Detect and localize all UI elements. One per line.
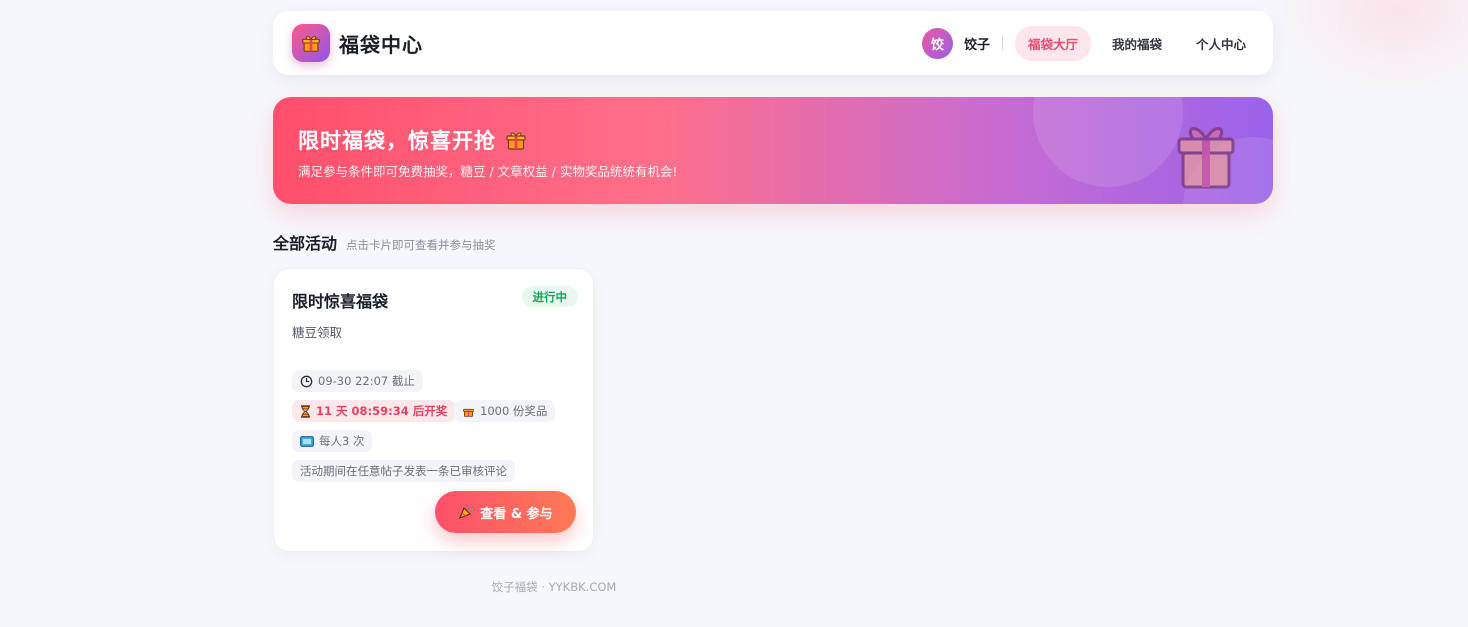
status-badge: 进行中: [521, 286, 578, 307]
nav-item-my-lucky-bags[interactable]: 我的福袋: [1099, 26, 1175, 61]
deadline-text: 09-30 22:07 截止: [318, 374, 415, 388]
promo-banner: 限时福袋，惊喜开抢 满足参与条件即可免费抽奖，糖豆 / 文章权益 / 实物奖品统…: [273, 97, 1273, 204]
background-glow: [1268, 0, 1468, 100]
activity-card[interactable]: 限时惊喜福袋 进行中 糖豆领取 09-30 22:07 截止 11 天 08:5…: [273, 268, 594, 552]
view-and-join-label: 查看 & 参与: [480, 506, 553, 522]
countdown-chip: 11 天 08:59:34 后开奖: [292, 400, 456, 422]
banner-subtitle: 满足参与条件即可免费抽奖，糖豆 / 文章权益 / 实物奖品统统有机会!: [298, 164, 678, 179]
logo[interactable]: [292, 24, 330, 62]
banner-title-text: 限时福袋，惊喜开抢: [298, 129, 496, 153]
view-and-join-button[interactable]: 查看 & 参与: [435, 491, 576, 533]
countdown-text: 11 天 08:59:34 后开奖: [316, 404, 448, 418]
ticket-icon: [300, 435, 314, 447]
section-title: 全部活动: [273, 234, 338, 253]
page-container: 福袋中心 饺 饺子 福袋大厅 我的福袋 个人中心 限时福袋，惊喜开抢 满足参与条…: [273, 11, 1273, 552]
username[interactable]: 饺子: [964, 34, 990, 53]
per-user-limit-text: 每人3 次: [319, 434, 365, 448]
section-header: 全部活动 点击卡片即可查看并参与抽奖: [273, 230, 1273, 254]
prizes-chip: 1000 份奖品: [454, 400, 556, 422]
section-hint: 点击卡片即可查看并参与抽奖: [346, 238, 496, 252]
per-user-limit-chip: 每人3 次: [292, 430, 373, 452]
brand-title: 福袋中心: [339, 32, 423, 57]
clock-icon: [300, 375, 313, 388]
party-popper-icon: [458, 504, 474, 520]
hourglass-icon: [300, 404, 311, 418]
condition-text: 活动期间在任意帖子发表一条已审核评论: [300, 464, 507, 478]
avatar[interactable]: 饺: [921, 27, 953, 59]
nav-item-personal-center[interactable]: 个人中心: [1183, 26, 1259, 61]
gift-icon: [462, 405, 475, 418]
activity-title: 限时惊喜福袋: [292, 292, 389, 311]
activity-description: 糖豆领取: [292, 325, 343, 340]
nav-item-lucky-bag-hall[interactable]: 福袋大厅: [1014, 25, 1091, 61]
nav-divider: [1001, 36, 1003, 50]
condition-chip: 活动期间在任意帖子发表一条已审核评论: [292, 460, 515, 482]
gift-box-icon: [1177, 127, 1235, 189]
gift-icon: [302, 36, 320, 52]
banner-title: 限时福袋，惊喜开抢: [298, 125, 528, 155]
footer-text: 饺子福袋 · YYKBK.COM: [491, 580, 617, 594]
banner-decoration: [1033, 97, 1183, 187]
deadline-chip: 09-30 22:07 截止: [292, 370, 423, 392]
prizes-text: 1000 份奖品: [480, 404, 548, 418]
top-nav-bar: 福袋中心 饺 饺子 福袋大厅 我的福袋 个人中心: [273, 11, 1273, 75]
nav-menu: 饺 饺子 福袋大厅 我的福袋 个人中心: [921, 11, 1259, 75]
gift-icon: [506, 132, 526, 150]
